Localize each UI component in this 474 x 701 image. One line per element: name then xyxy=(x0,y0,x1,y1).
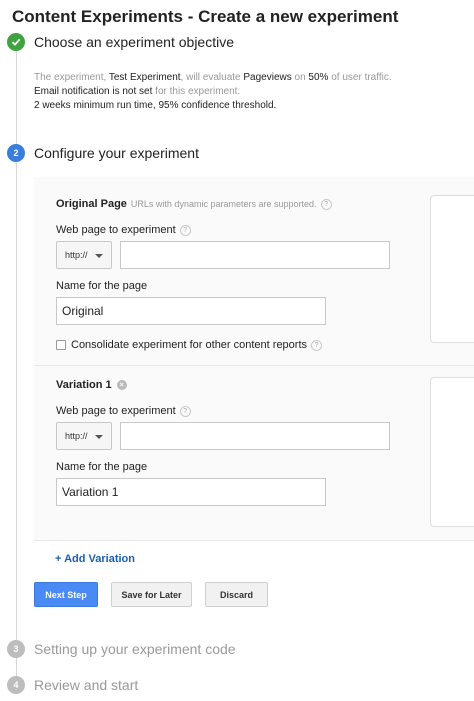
check-icon xyxy=(7,33,25,51)
variation-url-input[interactable] xyxy=(120,422,390,450)
email-status: Email notification is not set xyxy=(34,86,153,97)
original-url-input[interactable] xyxy=(120,241,390,269)
chevron-down-icon xyxy=(95,254,103,258)
dynamic-url-hint: URLs with dynamic parameters are support… xyxy=(130,199,317,209)
experiment-summary: The experiment, Test Experiment, will ev… xyxy=(34,72,392,111)
step-3-label: Setting up your experiment code xyxy=(34,641,236,657)
step-3-number: 3 xyxy=(7,640,25,658)
help-icon[interactable]: ? xyxy=(179,224,191,236)
variation-preview-pane xyxy=(430,377,474,527)
variation-name-label: Name for the page xyxy=(56,461,148,473)
help-icon[interactable]: ? xyxy=(320,198,332,210)
step-4-label: Review and start xyxy=(34,677,139,693)
help-icon[interactable]: ? xyxy=(311,339,323,351)
section-divider xyxy=(34,540,474,541)
consolidate-label: Consolidate experiment for other content… xyxy=(71,339,308,351)
next-step-button[interactable]: Next Step xyxy=(34,582,98,607)
variation-section: Variation 1 × Web page to experiment? htt… xyxy=(34,366,474,540)
page-title: Content Experiments - Create a new exper… xyxy=(12,7,399,26)
consolidate-row[interactable]: Consolidate experiment for other content… xyxy=(56,339,323,351)
chevron-down-icon xyxy=(95,435,103,439)
experiment-name: Test Experiment xyxy=(108,72,181,83)
help-icon[interactable]: ? xyxy=(179,405,191,417)
step-2-label: Configure your experiment xyxy=(34,145,199,161)
variation-title: Variation 1 × xyxy=(56,379,127,391)
add-variation-link[interactable]: + Add Variation xyxy=(55,553,135,565)
variation-name-input[interactable]: Variation 1 xyxy=(56,478,326,506)
consolidate-checkbox[interactable] xyxy=(56,340,66,350)
metric: Pageviews xyxy=(243,72,292,83)
variation-url-label: Web page to experiment? xyxy=(56,405,191,417)
original-page-section: Original Page URLs with dynamic parameter… xyxy=(34,177,474,365)
original-protocol-select[interactable]: http:// xyxy=(56,241,112,269)
original-name-label: Name for the page xyxy=(56,280,148,292)
threshold-text: 2 weeks minimum run time, 95% confidence… xyxy=(34,100,277,111)
discard-button[interactable]: Discard xyxy=(205,582,268,607)
step-4-number: 4 xyxy=(7,676,25,694)
save-for-later-button[interactable]: Save for Later xyxy=(111,582,192,607)
variation-protocol-select[interactable]: http:// xyxy=(56,422,112,450)
step-2-number: 2 xyxy=(7,144,25,162)
original-page-title: Original Page URLs with dynamic parameter… xyxy=(56,198,332,210)
step-1-label[interactable]: Choose an experiment objective xyxy=(34,34,234,50)
original-name-input[interactable]: Original xyxy=(56,297,326,325)
remove-variation-icon[interactable]: × xyxy=(116,380,127,391)
original-url-label: Web page to experiment? xyxy=(56,224,191,236)
traffic-percent: 50% xyxy=(308,72,329,83)
original-preview-pane xyxy=(430,195,474,343)
